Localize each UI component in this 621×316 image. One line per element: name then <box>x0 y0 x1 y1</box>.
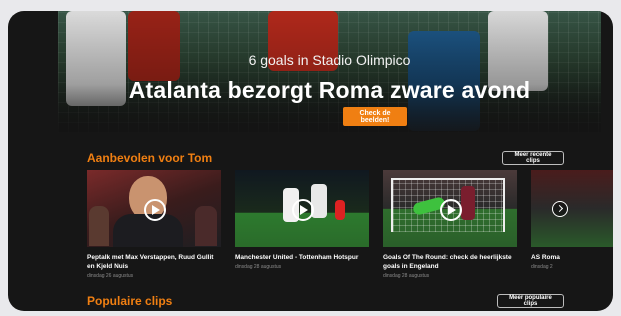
more-popular-clips-button[interactable]: Meer populaire clips <box>497 294 564 308</box>
more-recent-clips-button[interactable]: Meer recente clips <box>502 151 564 165</box>
clip-date: dinsdag 28 augustus <box>235 264 282 270</box>
play-circle-icon[interactable] <box>292 198 314 221</box>
clip-thumbnail[interactable] <box>87 170 221 247</box>
clip-date: dinsdag 2 <box>531 264 553 270</box>
hero-shade <box>58 11 601 133</box>
clip-card[interactable]: Peptalk met Max Verstappen, Ruud Gullit … <box>87 170 221 279</box>
clip-thumbnail[interactable] <box>235 170 369 247</box>
clip-card[interactable]: AS Roma dinsdag 2 <box>531 170 613 270</box>
thumb-bg-shape <box>195 206 217 246</box>
play-circle-icon[interactable] <box>144 198 166 221</box>
section-title-popular: Populaire clips <box>87 294 173 308</box>
chevron-right-circle-icon[interactable] <box>552 201 568 217</box>
hero-title: Atalanta bezorgt Roma zware avond <box>128 77 531 103</box>
clip-card[interactable]: Goals Of The Round: check de heerlijkste… <box>383 170 517 279</box>
clip-title[interactable]: Manchester United - Tottenham Hotspur <box>235 253 369 262</box>
clip-thumbnail[interactable] <box>531 170 613 247</box>
clip-title[interactable]: Goals Of The Round: check de heerlijkste… <box>383 253 517 271</box>
section-title-recommended: Aanbevolen voor Tom <box>87 151 213 165</box>
clip-title[interactable]: AS Roma <box>531 253 613 262</box>
thumb-player <box>335 200 345 220</box>
check-beelden-button[interactable]: Check de beelden! <box>343 107 407 126</box>
clip-card[interactable]: Manchester United - Tottenham Hotspur di… <box>235 170 369 270</box>
play-circle-icon[interactable] <box>440 198 462 221</box>
hero-subtitle: 6 goals in Stadio Olimpico <box>248 52 411 68</box>
hero-banner[interactable]: 6 goals in Stadio Olimpico Atalanta bezo… <box>58 11 601 133</box>
thumb-bg-shape <box>89 206 109 246</box>
clip-title[interactable]: Peptalk met Max Verstappen, Ruud Gullit … <box>87 253 221 271</box>
clip-date: dinsdag 26 augustus <box>87 273 134 279</box>
clip-date: dinsdag 28 augustus <box>383 273 430 279</box>
app-frame: 6 goals in Stadio Olimpico Atalanta bezo… <box>8 11 613 311</box>
clip-thumbnail[interactable] <box>383 170 517 247</box>
thumb-player <box>461 186 475 220</box>
